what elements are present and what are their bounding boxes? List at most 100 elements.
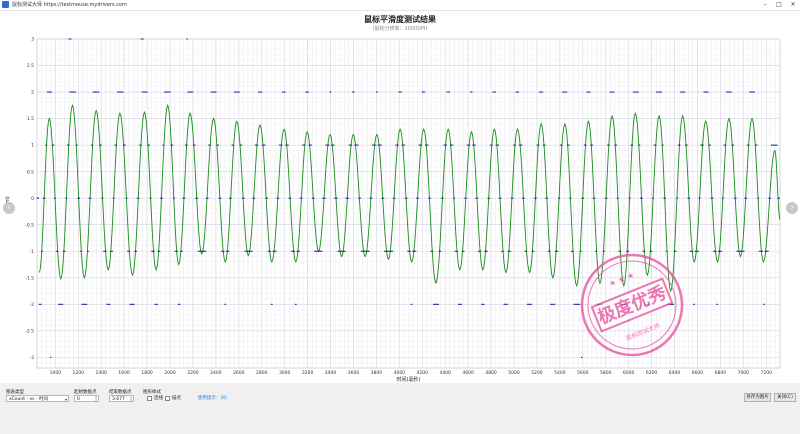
start-point-value: 0	[77, 397, 80, 402]
series-marker	[307, 91, 309, 93]
end-point-input[interactable]: 3,677 ▴ ▾	[109, 395, 134, 402]
series-marker	[113, 197, 115, 199]
x-tick-label: 5800	[600, 370, 612, 376]
y-tick-label: -1.5	[25, 275, 34, 281]
series-marker	[284, 91, 286, 93]
y-tick-label: 0.5	[27, 169, 34, 175]
close-icon[interactable]: ✕	[786, 0, 800, 10]
chart-type-select[interactable]: xCount - vs - 时间 ▾	[6, 395, 69, 402]
series-marker	[353, 91, 355, 93]
series-marker	[699, 197, 701, 199]
series-marker	[474, 144, 476, 146]
series-marker	[68, 144, 70, 146]
close-button[interactable]: 关闭(C)	[774, 393, 796, 402]
start-point-input[interactable]: 0 ▴ ▾	[74, 395, 99, 402]
series-marker	[261, 91, 263, 93]
window-title: 鼠标测试大师 https://testmouse.mydrivers.com	[12, 2, 127, 8]
series-marker	[333, 144, 335, 146]
series-marker	[179, 303, 181, 305]
series-marker	[53, 144, 55, 146]
y-tick-label: 1	[31, 143, 34, 149]
series-marker	[173, 197, 175, 199]
series-marker	[50, 91, 52, 93]
series-marker	[589, 91, 591, 93]
series-marker	[502, 250, 504, 252]
series-marker	[176, 250, 178, 252]
series-marker	[133, 303, 135, 305]
series-marker	[243, 197, 245, 199]
x-tick-label: 2000	[164, 370, 176, 376]
series-marker	[693, 303, 695, 305]
series-marker	[241, 144, 243, 146]
series-marker	[617, 197, 619, 199]
stamp-stars-icon: ★ ★ ★	[608, 270, 636, 288]
series-marker	[295, 303, 297, 305]
spinner-icon[interactable]: ▴ ▾	[94, 396, 98, 402]
series-marker	[452, 144, 454, 146]
series-marker	[223, 250, 225, 252]
series-marker	[453, 197, 455, 199]
series-marker	[275, 250, 277, 252]
series-marker	[90, 197, 92, 199]
series-marker	[662, 144, 664, 146]
series-marker	[359, 197, 361, 199]
series-marker	[351, 144, 353, 146]
series-marker	[111, 250, 113, 252]
series-marker	[756, 144, 758, 146]
series-marker	[330, 91, 332, 93]
save-image-button[interactable]: 另存为图片	[744, 393, 771, 402]
series-marker	[50, 356, 52, 358]
maximize-icon[interactable]: □	[772, 0, 786, 10]
series-marker	[489, 197, 491, 199]
series-marker	[156, 303, 158, 305]
series-marker	[68, 38, 70, 40]
link-checkbox[interactable]	[147, 396, 152, 401]
y-tick-label: 2	[31, 90, 34, 96]
series-marker	[225, 303, 227, 305]
series-marker	[159, 250, 161, 252]
x-tick-label: 5200	[531, 370, 543, 376]
x-tick-label: 4600	[462, 370, 474, 376]
spinner-icon[interactable]: ▴ ▾	[129, 396, 133, 402]
series-marker	[521, 144, 523, 146]
series-marker	[76, 144, 78, 146]
series-marker	[440, 250, 442, 252]
series-marker	[46, 144, 48, 146]
series-marker	[186, 144, 188, 146]
series-marker	[585, 144, 587, 146]
series-marker	[437, 303, 439, 305]
dot-checkbox[interactable]	[165, 396, 170, 401]
series-marker	[591, 144, 593, 146]
series-marker	[192, 91, 194, 93]
series-marker	[748, 144, 750, 146]
series-marker	[767, 250, 769, 252]
x-tick-label: 1000	[50, 370, 62, 376]
help-link[interactable]: 使用提示：(8)	[198, 395, 227, 401]
chevron-left-icon[interactable]: ‹	[3, 202, 15, 214]
series-marker	[735, 197, 737, 199]
series-marker	[254, 197, 256, 199]
chevron-right-icon[interactable]: ›	[786, 202, 798, 214]
link-checkbox-label: 连线	[154, 396, 163, 401]
chart-type-value: xCount - vs - 时间	[9, 397, 49, 402]
minimize-icon[interactable]: –	[758, 0, 772, 10]
series-marker	[217, 144, 219, 146]
series-marker	[220, 197, 222, 199]
series-marker	[712, 197, 714, 199]
series-marker	[304, 144, 306, 146]
x-tick-label: 3600	[348, 370, 360, 376]
x-tick-label: 3400	[325, 370, 337, 376]
series-marker	[100, 144, 102, 146]
series-marker	[66, 197, 68, 199]
series-marker	[776, 144, 778, 146]
chevron-down-icon: ▾	[64, 397, 67, 402]
series-marker	[115, 144, 117, 146]
end-point-value: 3,677	[112, 397, 125, 402]
x-tick-label: 6800	[715, 370, 727, 376]
series-marker	[424, 91, 426, 93]
series-marker	[561, 144, 563, 146]
series-marker	[415, 250, 417, 252]
series-marker	[122, 91, 124, 93]
series-marker	[163, 144, 165, 146]
y-tick-label: -2	[30, 302, 35, 308]
